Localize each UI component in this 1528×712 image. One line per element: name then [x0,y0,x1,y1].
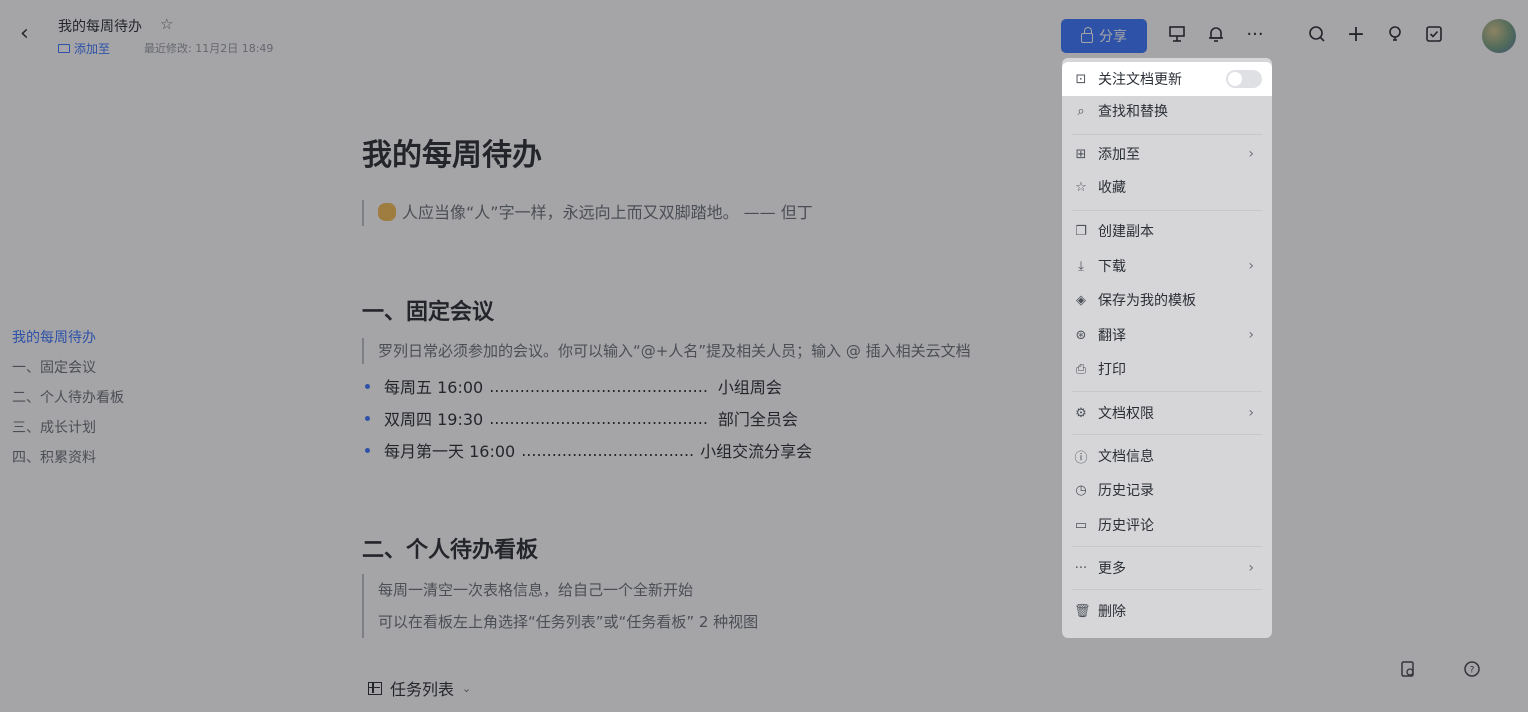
dim-overlay[interactable] [0,0,1528,712]
menu-divider [1072,210,1262,211]
menu-divider [1072,391,1262,392]
translate-icon: ⊛ [1075,327,1087,343]
menu-item-label: 添加至 [1098,147,1140,163]
chevron-right-icon: › [1248,405,1254,421]
history-icon: ◷ [1075,482,1087,498]
menu-item-add-to[interactable]: ⊞ 添加至 › [1062,137,1272,171]
chevron-right-icon: › [1248,258,1254,274]
menu-item-subscribe[interactable]: ⊡ 关注文档更新 [1062,62,1272,96]
menu-item-save-template[interactable]: ◈ 保存为我的模板 [1062,283,1272,317]
menu-item-label: 文档信息 [1098,449,1154,465]
template-icon: ◈ [1076,292,1086,308]
menu-item-label: 历史评论 [1098,518,1154,534]
menu-divider [1072,589,1262,590]
menu-item-label: 创建副本 [1098,224,1154,240]
menu-item-label: 下载 [1098,259,1126,275]
menu-divider [1072,134,1262,135]
add-to-icon: ⊞ [1075,146,1087,162]
menu-item-label: 文档权限 [1098,406,1154,422]
download-icon: ⤓ [1078,258,1084,274]
menu-item-doc-info[interactable]: ⓘ 文档信息 [1062,439,1272,473]
info-icon: ⓘ [1074,450,1088,466]
menu-item-download[interactable]: ⤓ 下载 › [1062,249,1272,283]
print-icon: ⎙ [1075,361,1087,377]
menu-item-delete[interactable]: 🗑 删除 [1062,594,1272,628]
menu-item-duplicate[interactable]: ❐ 创建副本 [1062,214,1272,248]
menu-item-favorite[interactable]: ☆ 收藏 [1062,170,1272,204]
copy-icon: ❐ [1075,223,1087,239]
find-replace-icon: ⌕ [1077,103,1085,119]
menu-item-label: 查找和替换 [1098,104,1168,120]
trash-icon: 🗑 [1074,603,1091,619]
menu-divider [1072,546,1262,547]
menu-item-more[interactable]: ··· 更多 › [1062,551,1272,585]
chevron-right-icon: › [1248,560,1254,576]
chevron-right-icon: › [1248,146,1254,162]
menu-item-label: 关注文档更新 [1098,72,1182,88]
menu-item-history[interactable]: ◷ 历史记录 [1062,473,1272,507]
chevron-right-icon: › [1248,327,1254,343]
menu-item-label: 历史记录 [1098,483,1154,499]
menu-item-comment-history[interactable]: ▭ 历史评论 [1062,508,1272,542]
menu-item-label: 更多 [1098,561,1126,577]
menu-divider [1072,434,1262,435]
menu-item-label: 删除 [1098,604,1126,620]
menu-item-label: 收藏 [1098,180,1126,196]
menu-item-label: 打印 [1098,362,1126,378]
menu-item-permissions[interactable]: ⚙ 文档权限 › [1062,396,1272,430]
menu-item-label: 翻译 [1098,328,1126,344]
menu-item-translate[interactable]: ⊛ 翻译 › [1062,318,1272,352]
menu-item-find-replace[interactable]: ⌕ 查找和替换 [1062,94,1272,128]
more-menu: ⊡ 关注文档更新 ⌕ 查找和替换 ⊞ 添加至 › ☆ 收藏 ❐ 创建副本 ⤓ 下… [1062,58,1272,638]
settings-icon: ⚙ [1075,405,1087,421]
subscribe-icon: ⊡ [1075,71,1087,87]
comment-history-icon: ▭ [1074,517,1088,533]
more-icon: ··· [1074,560,1088,576]
menu-item-print[interactable]: ⎙ 打印 [1062,352,1272,386]
star-icon: ☆ [1075,179,1087,195]
menu-item-label: 保存为我的模板 [1098,293,1196,309]
subscribe-toggle[interactable] [1226,70,1262,88]
